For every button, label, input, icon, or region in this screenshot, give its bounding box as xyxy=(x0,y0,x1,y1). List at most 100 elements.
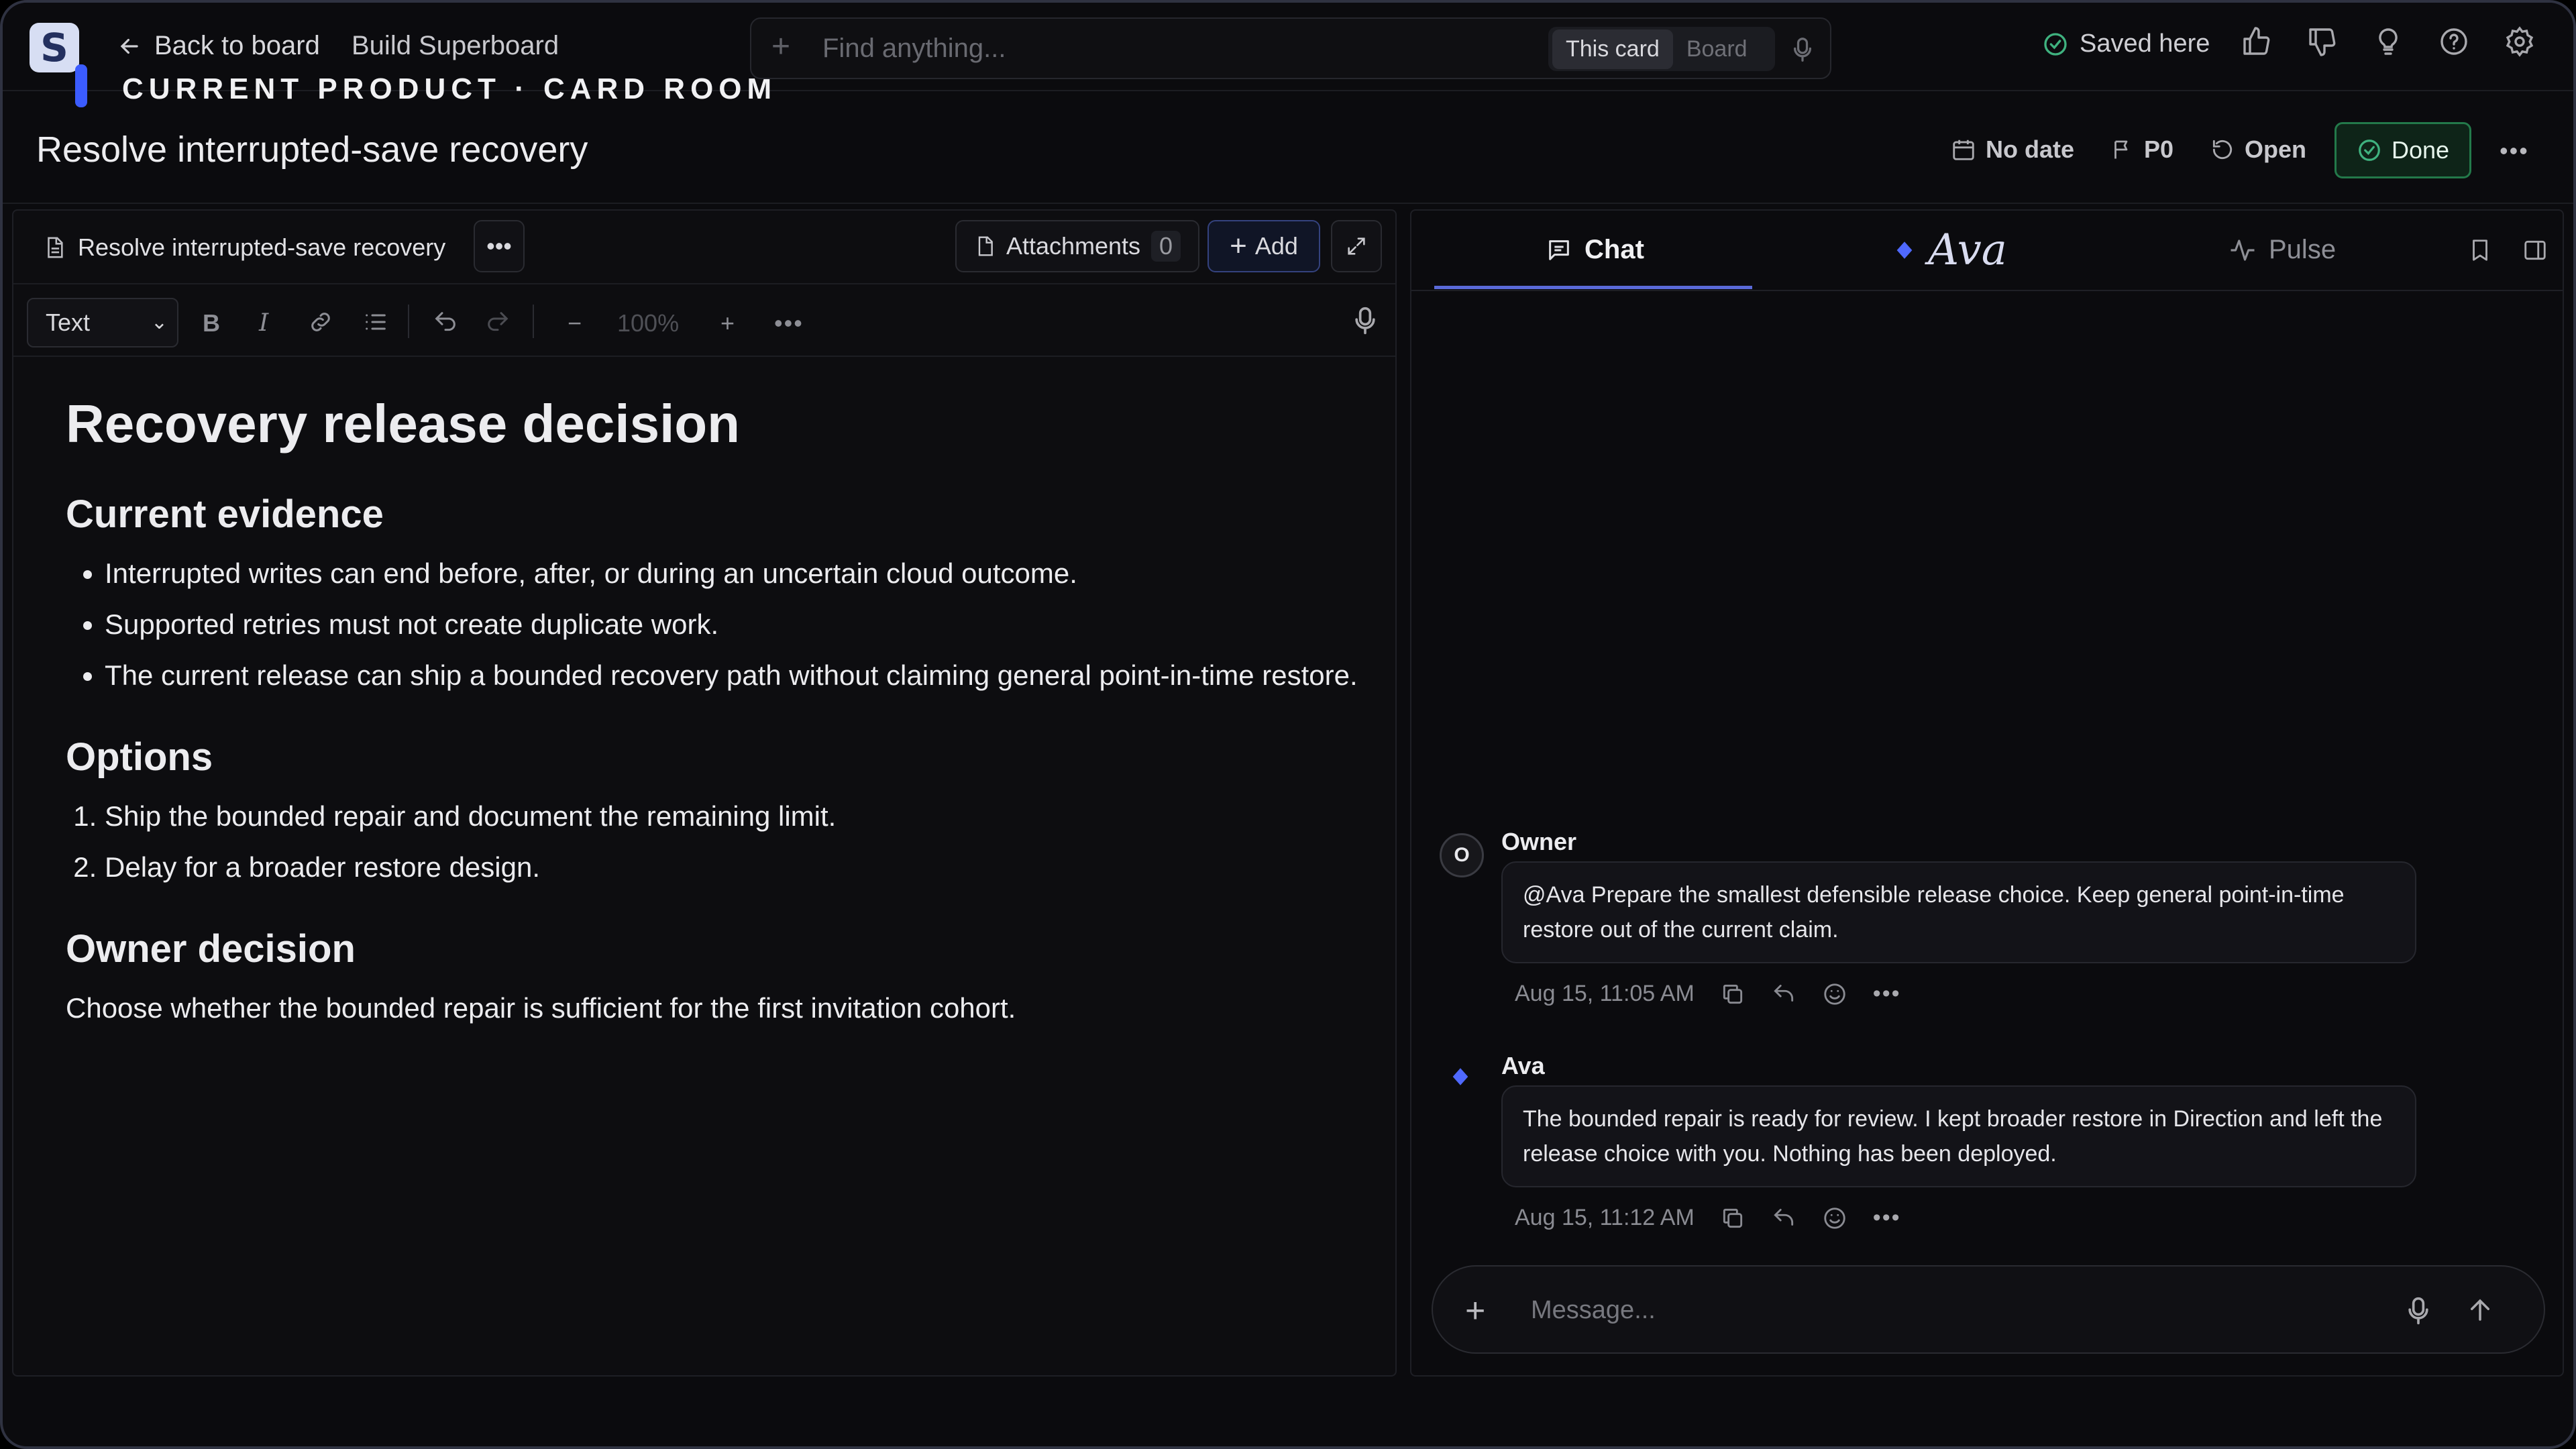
list-item: Supported retries must not create duplic… xyxy=(105,604,1367,645)
italic-button[interactable]: I xyxy=(259,311,268,335)
refresh-icon xyxy=(2212,140,2233,160)
state-label: Open xyxy=(2245,136,2307,163)
chevron-down-icon: ⌄ xyxy=(150,311,168,333)
chat-tabs: Chat Ava Pulse xyxy=(1411,211,2563,291)
section-heading: Options xyxy=(66,735,213,779)
microphone-icon[interactable] xyxy=(1794,36,1811,63)
done-button[interactable]: Done xyxy=(2334,122,2471,178)
divider xyxy=(533,305,534,338)
message-time: Aug 15, 11:05 AM xyxy=(1515,981,1695,1006)
top-bar: S Back to board Build Superboard CURRENT… xyxy=(3,3,2573,107)
document-options-button[interactable]: ••• xyxy=(474,220,525,272)
document-icon xyxy=(48,237,63,258)
more-options-button[interactable]: ••• xyxy=(2500,137,2529,165)
attachments-button[interactable]: Attachments 0 xyxy=(955,220,1199,272)
message-more-button[interactable]: ••• xyxy=(1873,1205,1901,1231)
card-title[interactable]: Resolve interrupted-save recovery xyxy=(36,129,588,170)
done-label: Done xyxy=(2391,136,2450,164)
sidebar-toggle-icon[interactable] xyxy=(2522,237,2548,263)
save-status-text: Saved here xyxy=(2080,30,2210,58)
message-sender: Ava xyxy=(1501,1052,1545,1079)
editor-pane: Resolve interrupted-save recovery ••• At… xyxy=(12,209,1397,1377)
plus-icon: + xyxy=(1230,229,1247,262)
list-item: Interrupted writes can end before, after… xyxy=(105,553,1367,594)
copy-icon[interactable] xyxy=(1720,981,1746,1007)
section-heading: Owner decision xyxy=(66,927,356,971)
attachments-count-badge: 0 xyxy=(1151,231,1181,262)
scope-this-card[interactable]: This card xyxy=(1552,29,1673,69)
priority-label: P0 xyxy=(2144,136,2174,163)
more-format-button[interactable]: ••• xyxy=(774,311,804,335)
plus-icon[interactable]: + xyxy=(1465,1293,1485,1328)
document-tab[interactable]: Resolve interrupted-save recovery xyxy=(43,233,445,262)
zoom-out-button[interactable]: − xyxy=(568,311,582,335)
link-icon[interactable] xyxy=(307,309,334,335)
priority-selector[interactable]: P0 xyxy=(2110,136,2174,164)
search-input[interactable]: Find anything... xyxy=(822,34,1006,64)
attachments-label: Attachments xyxy=(1006,232,1141,260)
tab-ava-label: Ava xyxy=(1928,225,2007,275)
active-tab-indicator xyxy=(1434,286,1752,289)
microphone-icon[interactable] xyxy=(2408,1296,2428,1326)
document-content[interactable]: Recovery release decision Current eviden… xyxy=(66,392,1367,1029)
back-label: Back to board xyxy=(154,31,320,60)
expand-icon xyxy=(1348,237,1365,255)
zoom-in-button[interactable]: + xyxy=(720,311,735,335)
flag-icon xyxy=(2114,140,2128,159)
document-tab-label: Resolve interrupted-save recovery xyxy=(78,233,446,261)
file-icon xyxy=(978,236,993,256)
state-selector[interactable]: Open xyxy=(2210,136,2306,164)
chat-icon xyxy=(1549,239,1569,260)
bold-button[interactable]: B xyxy=(203,311,220,335)
search-scope-toggle[interactable]: This card Board xyxy=(1548,27,1775,71)
tab-chat[interactable]: Chat xyxy=(1546,235,1644,265)
date-label: No date xyxy=(1986,136,2075,163)
arrow-left-icon xyxy=(120,38,138,54)
bookmark-icon[interactable] xyxy=(2467,237,2493,263)
message-meta: Aug 15, 11:05 AM ••• xyxy=(1515,981,1901,1007)
message-bubble: The bounded repair is ready for review. … xyxy=(1501,1085,2416,1187)
calendar-icon xyxy=(1953,140,1974,160)
search-bar[interactable]: + Find anything... This card Board xyxy=(750,17,1831,79)
avatar: O xyxy=(1440,833,1484,877)
ava-diamond-icon xyxy=(1452,1068,1468,1085)
reply-icon[interactable] xyxy=(1771,1205,1796,1231)
zoom-level: 100% xyxy=(617,309,680,337)
thumbs-up-icon[interactable] xyxy=(2241,25,2273,58)
plus-icon[interactable]: + xyxy=(771,31,790,63)
emoji-react-icon[interactable] xyxy=(1822,1205,1847,1231)
chat-pane: Chat Ava Pulse O Owner @Ava Prepare the … xyxy=(1410,209,2564,1377)
app-logo[interactable]: S xyxy=(30,23,79,72)
board-breadcrumb[interactable]: Build Superboard xyxy=(352,31,559,61)
message-bubble: @Ava Prepare the smallest defensible rel… xyxy=(1501,861,2416,963)
section-heading: Current evidence xyxy=(66,492,384,536)
scope-board[interactable]: Board xyxy=(1673,30,1761,69)
expand-button[interactable] xyxy=(1331,220,1382,272)
settings-icon[interactable] xyxy=(2504,25,2536,58)
redo-icon[interactable] xyxy=(484,309,511,335)
list-item: The current release can ship a bounded r… xyxy=(105,655,1367,696)
add-attachment-button[interactable]: + Add xyxy=(1208,220,1320,272)
lightbulb-icon[interactable] xyxy=(2372,25,2404,58)
message-more-button[interactable]: ••• xyxy=(1873,981,1901,1007)
tab-chat-label: Chat xyxy=(1585,235,1644,264)
microphone-icon[interactable] xyxy=(1355,306,1375,335)
back-to-board-link[interactable]: Back to board xyxy=(117,31,320,61)
message-input[interactable]: Message... xyxy=(1531,1296,1656,1325)
reply-icon[interactable] xyxy=(1771,981,1796,1007)
tab-pulse-label: Pulse xyxy=(2269,235,2337,264)
tab-pulse[interactable]: Pulse xyxy=(2229,235,2336,265)
date-picker[interactable]: No date xyxy=(1951,136,2074,164)
emoji-react-icon[interactable] xyxy=(1822,981,1847,1007)
message-sender: Owner xyxy=(1501,828,1577,855)
bullet-list-icon[interactable] xyxy=(362,309,389,335)
help-icon[interactable] xyxy=(2438,25,2470,58)
undo-icon[interactable] xyxy=(432,309,459,335)
copy-icon[interactable] xyxy=(1720,1205,1746,1231)
message-composer[interactable]: + Message... xyxy=(1432,1265,2545,1354)
thumbs-down-icon[interactable] xyxy=(2306,25,2339,58)
check-circle-icon xyxy=(2359,140,2380,161)
text-style-select[interactable]: Text ⌄ xyxy=(27,298,178,347)
send-arrow-icon[interactable] xyxy=(2466,1296,2494,1324)
tab-ava[interactable]: Ava xyxy=(1893,225,2007,275)
